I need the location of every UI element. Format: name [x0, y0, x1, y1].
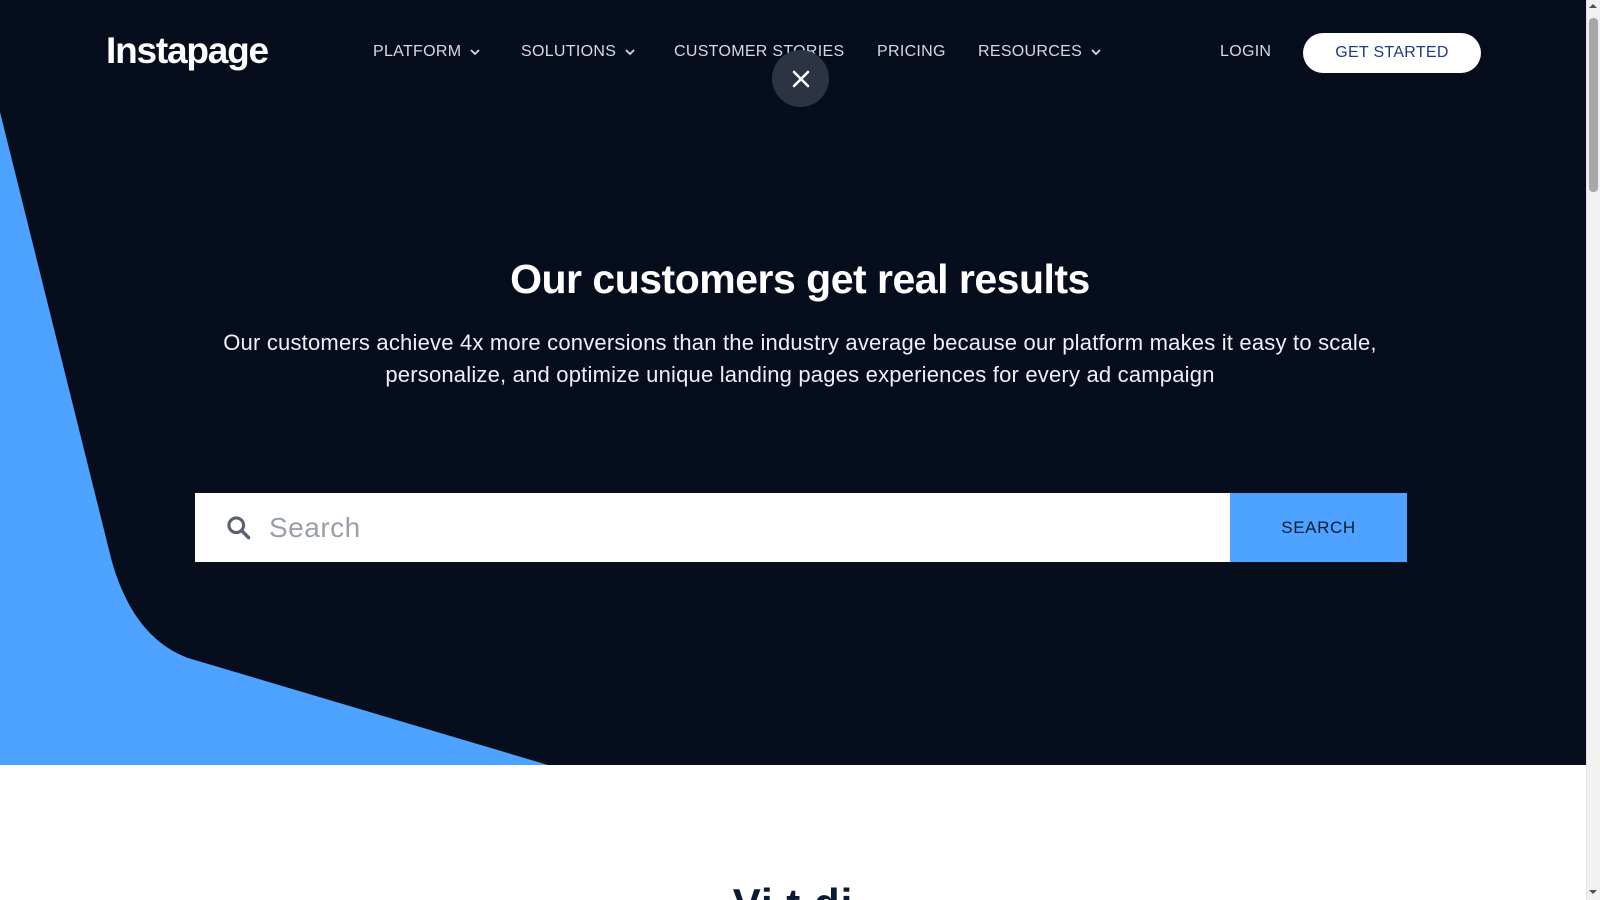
- login-link[interactable]: LOGIN: [1220, 43, 1271, 61]
- close-icon: [792, 70, 809, 87]
- chevron-down-icon: [1091, 49, 1101, 56]
- chevron-down-icon: [625, 49, 635, 56]
- nav-item-pricing[interactable]: PRICING: [877, 43, 946, 61]
- next-section-title: Vi t di: [0, 880, 1586, 900]
- nav-item-label: RESOURCES: [978, 43, 1083, 60]
- nav-item-resources[interactable]: RESOURCES: [978, 43, 1102, 61]
- chevron-down-icon: [470, 49, 480, 56]
- nav-item-label: PLATFORM: [373, 43, 462, 60]
- page-scrollbar[interactable]: [1586, 0, 1600, 900]
- search-bar: [195, 493, 1230, 562]
- search-input[interactable]: [269, 493, 1209, 562]
- search-icon: [227, 516, 251, 540]
- instapage-logo[interactable]: Instapage: [106, 30, 269, 72]
- page: Instapage PLATFORM SOLUTIONS CUSTOMER ST…: [0, 0, 1586, 900]
- scroll-down-arrow-icon[interactable]: [1589, 888, 1597, 896]
- close-button[interactable]: [772, 50, 829, 107]
- nav-item-label: PRICING: [877, 43, 946, 60]
- hero-section: Instapage PLATFORM SOLUTIONS CUSTOMER ST…: [0, 0, 1586, 765]
- nav-item-solutions[interactable]: SOLUTIONS: [521, 43, 636, 61]
- hero-headline: Our customers get real results: [510, 256, 1090, 302]
- scroll-up-arrow-icon[interactable]: [1589, 2, 1597, 10]
- search-button[interactable]: SEARCH: [1230, 493, 1407, 562]
- nav-item-label: SOLUTIONS: [521, 43, 617, 60]
- scrollbar-thumb[interactable]: [1589, 18, 1598, 192]
- get-started-button[interactable]: GET STARTED: [1303, 33, 1481, 73]
- hero-subhead: Our customers achieve 4x more conversion…: [223, 330, 1377, 387]
- nav-item-platform[interactable]: PLATFORM: [373, 43, 481, 61]
